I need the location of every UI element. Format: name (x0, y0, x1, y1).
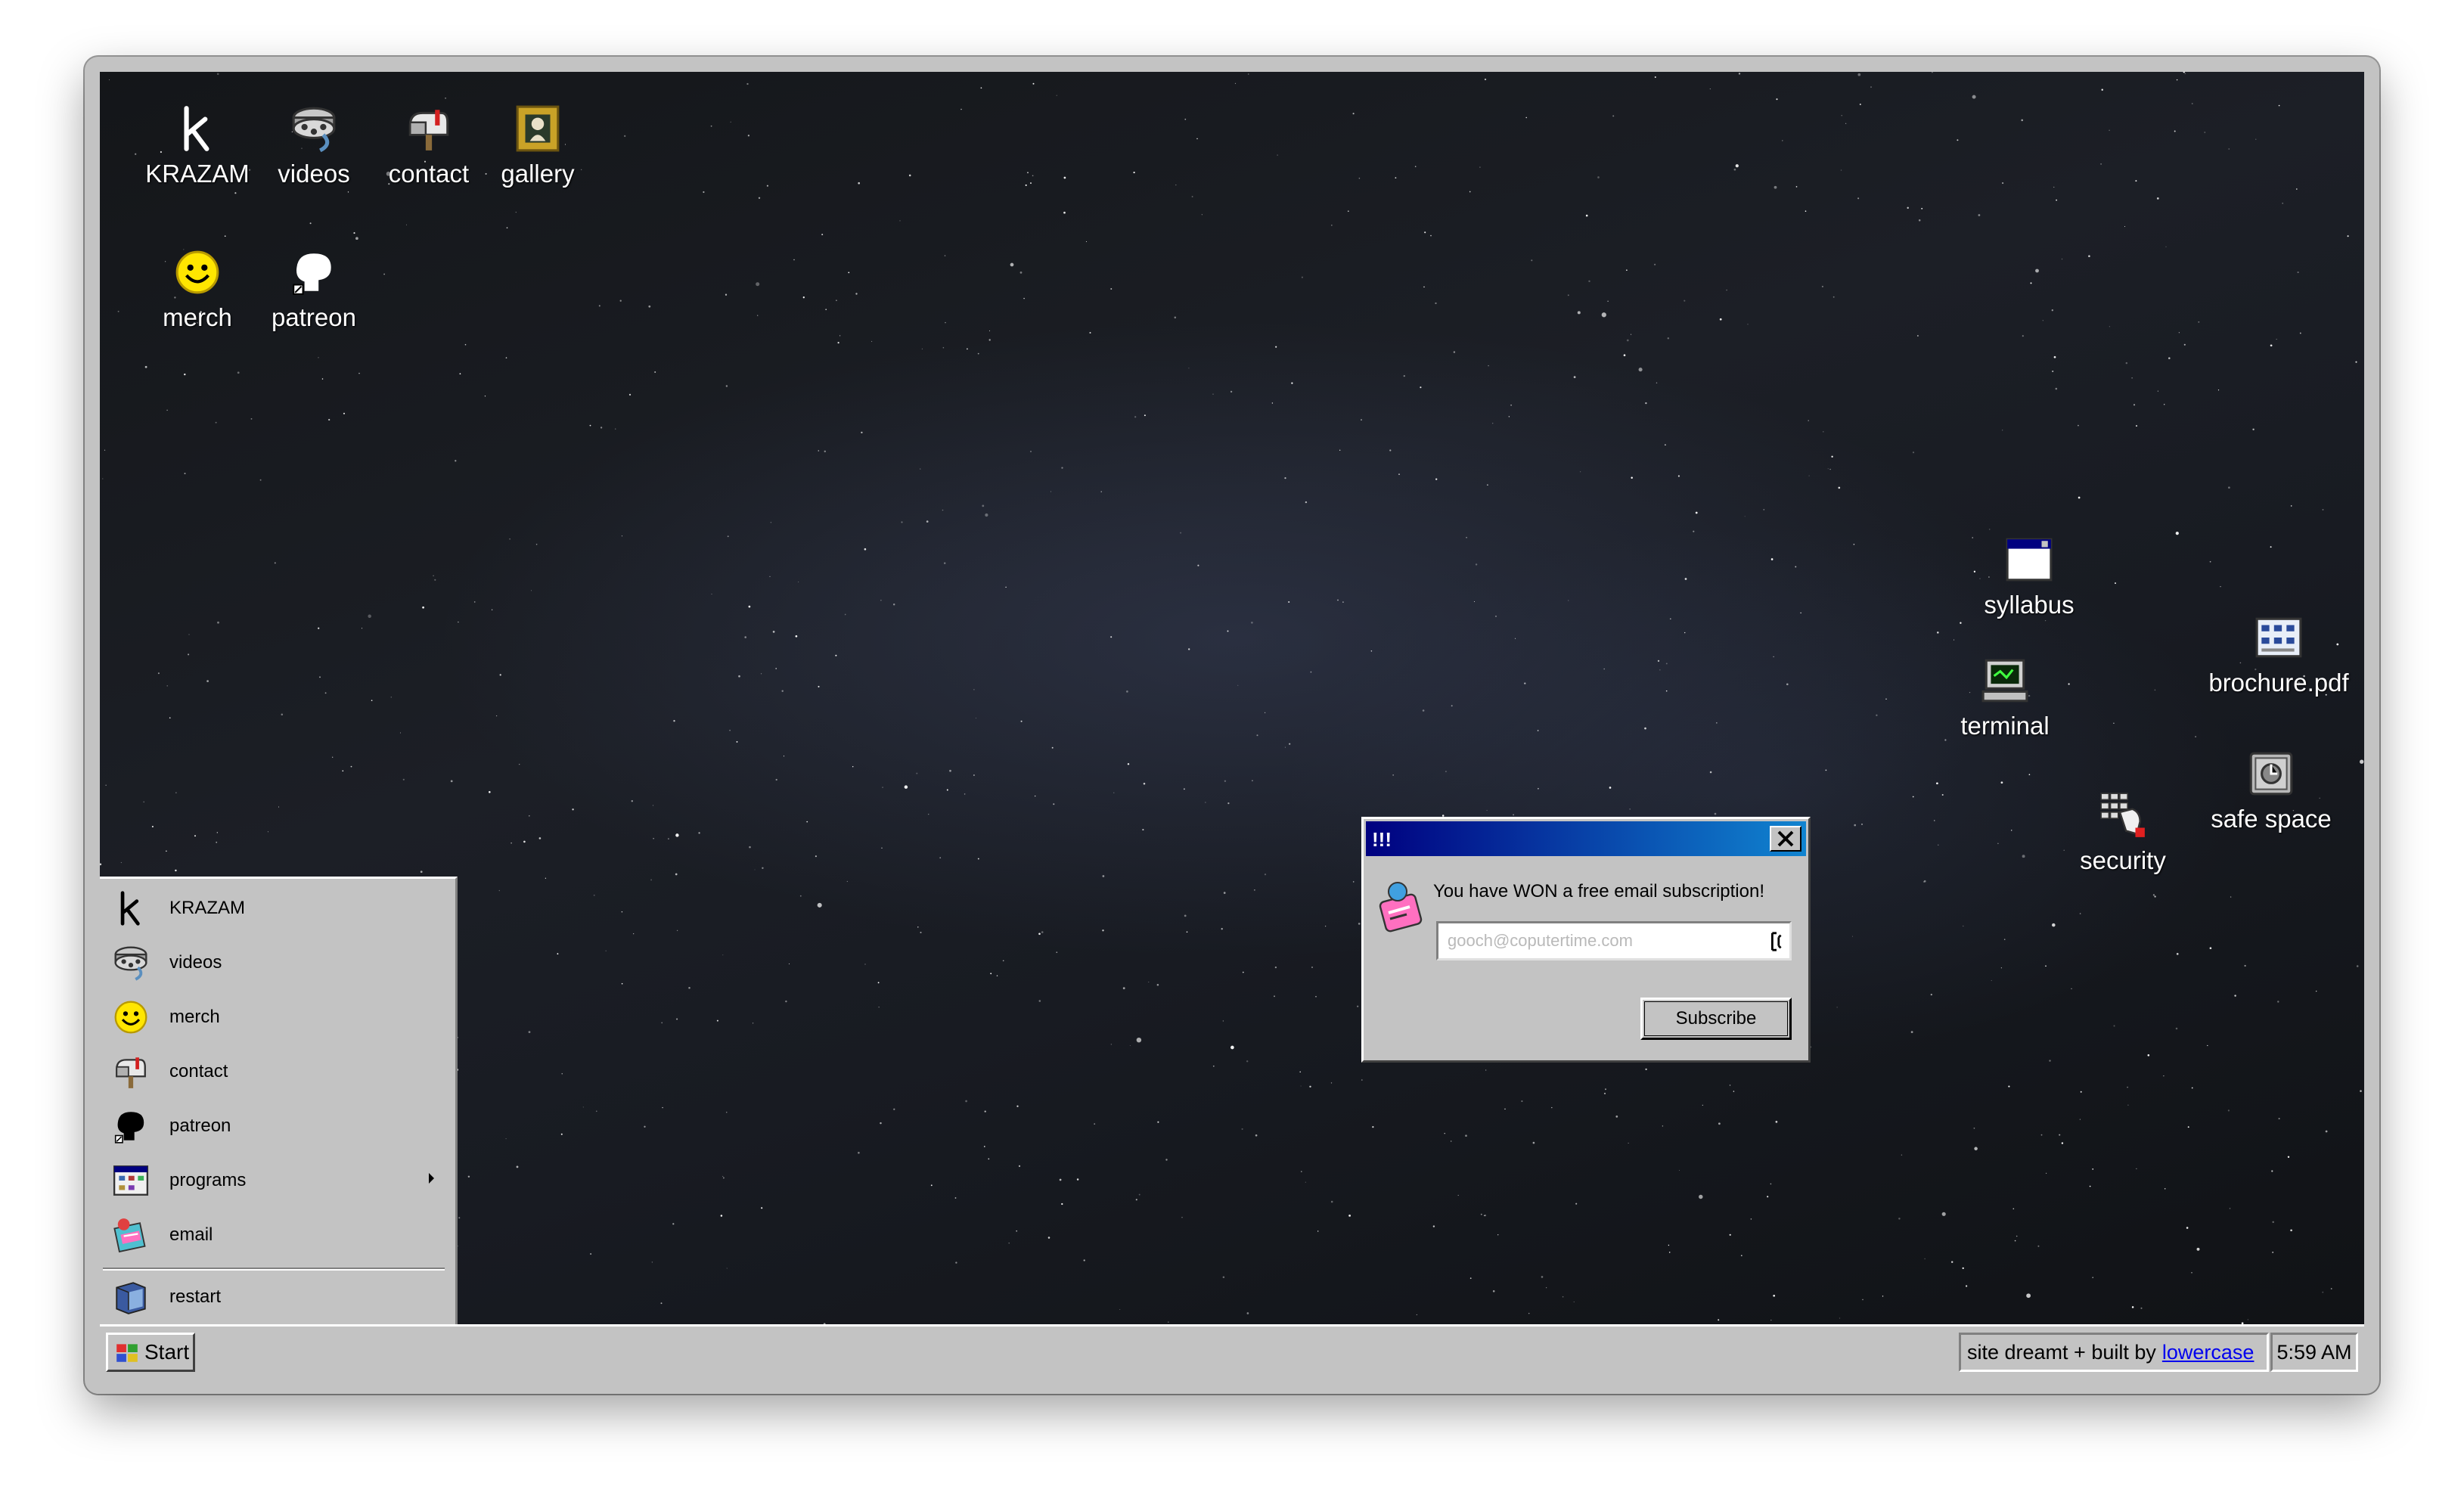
start-menu-item-label: videos (169, 952, 222, 973)
film-reel-icon (112, 944, 150, 982)
desktop-icon-krazam[interactable]: KRAZAM (133, 104, 262, 188)
patreon-head-icon (289, 247, 339, 297)
picture-frame-icon (513, 104, 563, 154)
desktop-icon-syllabus[interactable]: syllabus (1965, 535, 2093, 619)
desktop-icon-brochure[interactable]: brochure.pdf (2199, 613, 2358, 697)
desktop-icon-label: patreon (272, 303, 356, 331)
computer-icon (1980, 656, 2030, 706)
start-menu-item-email[interactable]: email (100, 1210, 440, 1260)
desktop-icon-videos[interactable]: videos (250, 104, 378, 188)
programs-icon (112, 1162, 150, 1199)
start-menu-item-merch[interactable]: merch (100, 992, 440, 1042)
desktop-icon-label: safe space (2211, 805, 2332, 833)
credit-text: site dreamt + built by (1967, 1340, 2156, 1364)
email-input[interactable] (1436, 921, 1792, 960)
submenu-arrow-icon (429, 1173, 434, 1184)
desktop-icon-gallery[interactable]: gallery (473, 104, 602, 188)
mailbox-icon (404, 104, 454, 154)
desktop-icon-security[interactable]: security (2059, 790, 2187, 875)
start-menu-item-patreon[interactable]: patreon (100, 1101, 440, 1151)
popup-icon (1376, 880, 1426, 934)
password-manager-icon[interactable] (1767, 931, 1786, 952)
subscribe-button[interactable]: Subscribe (1640, 998, 1792, 1040)
email-icon (112, 1216, 150, 1254)
start-menu-item-label: contact (169, 1061, 228, 1081)
start-menu-item-restart[interactable]: restart (100, 1272, 440, 1322)
close-button[interactable] (1770, 826, 1801, 852)
desktop-icon-patreon[interactable]: patreon (250, 247, 378, 332)
start-menu-item-videos[interactable]: videos (100, 938, 440, 988)
desktop-icon-terminal[interactable]: terminal (1941, 656, 2069, 740)
desktop-icon-label: videos (278, 160, 350, 188)
safe-icon (2246, 749, 2296, 799)
site-credit: site dreamt + built by lowercase (1959, 1333, 2269, 1372)
start-menu: KRAZAM videos merch contact patreon prog… (100, 877, 458, 1327)
start-menu-item-contact[interactable]: contact (100, 1047, 440, 1097)
window-icon (2004, 535, 2054, 585)
start-button-label: Start (144, 1340, 190, 1364)
desktop[interactable]: KRAZAM videos contact gallery merch patr… (100, 72, 2364, 1379)
taskbar-clock: 5:59 AM (2270, 1333, 2358, 1372)
film-reel-icon (289, 104, 339, 154)
desktop-icon-merch[interactable]: merch (133, 247, 262, 332)
credit-link[interactable]: lowercase (2162, 1341, 2255, 1364)
document-icon (2254, 613, 2304, 663)
close-icon (1771, 827, 1800, 850)
krazam-k-icon (172, 104, 222, 154)
krazam-k-icon (112, 889, 150, 927)
desktop-icon-label: security (2080, 846, 2166, 874)
taskbar: Start site dreamt + built by lowercase 5… (100, 1324, 2364, 1379)
start-menu-item-label: email (169, 1224, 213, 1245)
desktop-icon-label: merch (163, 303, 232, 331)
start-menu-item-label: programs (169, 1170, 247, 1190)
desktop-icon-label: brochure.pdf (2208, 669, 2349, 697)
start-menu-divider (103, 1268, 445, 1271)
restart-icon (112, 1278, 150, 1316)
desktop-icon-label: syllabus (1984, 591, 2075, 619)
start-menu-item-label: restart (169, 1286, 222, 1307)
start-menu-item-label: patreon (169, 1116, 231, 1136)
start-logo-icon (114, 1339, 140, 1365)
browser-frame: KRAZAM videos contact gallery merch patr… (85, 57, 2379, 1394)
desktop-icon-label: KRAZAM (145, 160, 250, 188)
dialog-title: !!! (1372, 828, 1392, 851)
desktop-icon-safe-space[interactable]: safe space (2192, 749, 2351, 833)
smiley-icon (112, 998, 150, 1036)
email-popup-dialog: !!! You have WON a free email subscripti… (1361, 817, 1811, 1063)
dialog-titlebar[interactable]: !!! (1366, 821, 1806, 856)
start-menu-item-programs[interactable]: programs (100, 1156, 440, 1206)
desktop-icon-label: gallery (501, 160, 575, 188)
start-menu-item-label: KRAZAM (169, 898, 246, 918)
start-menu-item-label: merch (169, 1007, 220, 1027)
start-button[interactable]: Start (106, 1333, 195, 1372)
dialog-message: You have WON a free email subscription! (1433, 881, 1764, 901)
patreon-head-icon (112, 1107, 150, 1145)
smiley-icon (172, 247, 222, 297)
keypad-hand-icon (2098, 790, 2148, 840)
desktop-icon-label: terminal (1960, 712, 2050, 740)
start-menu-item-krazam[interactable]: KRAZAM (100, 883, 440, 933)
mailbox-icon (112, 1053, 150, 1091)
